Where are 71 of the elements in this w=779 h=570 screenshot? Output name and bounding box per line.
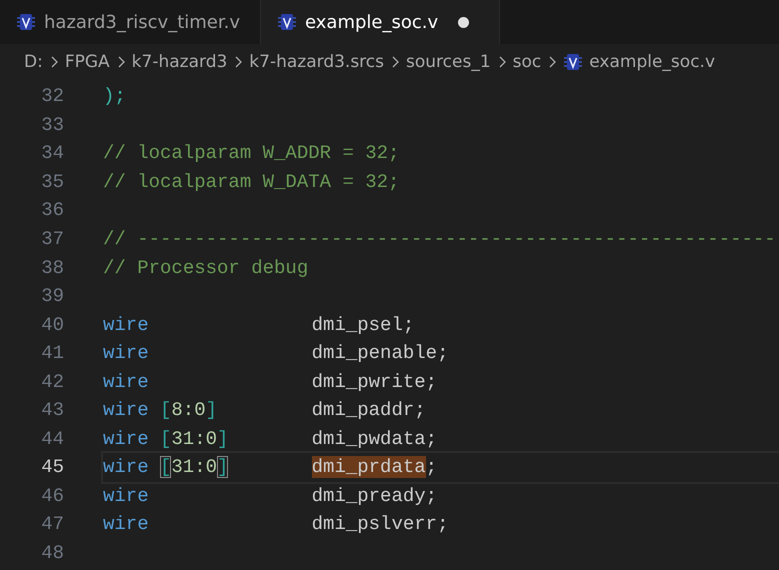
- code-bracket: ]: [217, 428, 228, 450]
- code-number: 31:0: [171, 428, 218, 450]
- code-comment: // --------------------------------------------------------: [103, 228, 776, 250]
- line-number: 44: [40, 428, 64, 450]
- breadcrumb-item[interactable]: FPGA: [64, 52, 110, 72]
- line-number: 48: [40, 542, 64, 564]
- code-text: );: [103, 85, 126, 108]
- code-text: ;: [426, 456, 438, 478]
- breadcrumb-item[interactable]: example_soc.v: [589, 52, 716, 72]
- code-text: ;: [437, 513, 448, 536]
- line-number: 43: [40, 399, 64, 422]
- code-text: ;: [414, 399, 426, 422]
- code-comment: // localparam W_DATA = 32;: [103, 170, 400, 193]
- code-identifier: dmi_pslverr: [312, 513, 438, 536]
- line-number: 39: [40, 285, 64, 308]
- line-number: 33: [40, 114, 64, 136]
- line-number: 36: [40, 199, 64, 222]
- code-keyword: wire: [103, 456, 149, 478]
- chevron-icon: [48, 55, 59, 69]
- line-number: 32: [40, 85, 64, 108]
- chip-icon: [16, 12, 36, 32]
- code-text: ;: [426, 484, 438, 507]
- editor-tab[interactable]: example_soc.v: [261, 0, 500, 44]
- line-number: 40: [40, 314, 64, 336]
- code-bracket: ]: [217, 456, 228, 478]
- line-number: 35: [40, 170, 64, 193]
- code-number: 8:0: [171, 399, 206, 422]
- chevron-icon: [233, 55, 244, 69]
- code-identifier: dmi_penable: [312, 342, 438, 364]
- chevron-icon: [496, 55, 507, 69]
- code-keyword: wire: [103, 428, 149, 450]
- breadcrumb-item[interactable]: sources_1: [406, 52, 491, 72]
- breadcrumb-item[interactable]: soc: [512, 52, 542, 72]
- chevron-icon: [547, 55, 558, 69]
- code-keyword: wire: [103, 370, 149, 393]
- code-bracket: ]: [206, 399, 218, 422]
- line-number: 38: [40, 256, 64, 279]
- code-keyword: wire: [103, 484, 149, 507]
- line-number: 37: [40, 228, 64, 250]
- line-number: 41: [40, 342, 64, 364]
- line-number: 45: [40, 456, 64, 478]
- code-identifier: dmi_psel: [312, 314, 403, 336]
- code-keyword: wire: [103, 314, 149, 336]
- code-identifier: dmi_paddr: [312, 399, 414, 422]
- line-number: 46: [40, 484, 64, 507]
- code-text: ;: [426, 428, 438, 450]
- code-text: ;: [437, 342, 448, 364]
- line-number: 47: [40, 513, 64, 536]
- code-bracket: [: [160, 456, 172, 478]
- chip-icon: [277, 12, 297, 32]
- code-identifier: dmi_prdata: [312, 456, 426, 478]
- line-number: 34: [40, 142, 64, 164]
- code-keyword: wire: [103, 399, 149, 422]
- breadcrumb-item[interactable]: k7-hazard3: [132, 52, 228, 72]
- code-text: ;: [426, 370, 438, 393]
- breadcrumb-item[interactable]: D:: [24, 52, 43, 72]
- breadcrumb-item[interactable]: k7-hazard3.srcs: [249, 52, 384, 72]
- code-text: ;: [402, 314, 414, 336]
- code-number: 31:0: [171, 456, 218, 478]
- code-bracket: [: [160, 399, 172, 422]
- code-comment: // localparam W_ADDR = 32;: [103, 142, 400, 164]
- code-identifier: dmi_pwrite: [312, 370, 426, 393]
- line-number: 42: [40, 370, 64, 393]
- code-identifier: dmi_pready: [312, 484, 426, 507]
- chevron-icon: [390, 55, 400, 69]
- code-keyword: wire: [103, 513, 149, 536]
- code-keyword: wire: [103, 342, 149, 364]
- chevron-icon: [116, 55, 126, 69]
- code-identifier: dmi_pwdata: [312, 428, 426, 450]
- code-comment: // Processor debug: [103, 256, 308, 279]
- code-bracket: [: [160, 428, 172, 450]
